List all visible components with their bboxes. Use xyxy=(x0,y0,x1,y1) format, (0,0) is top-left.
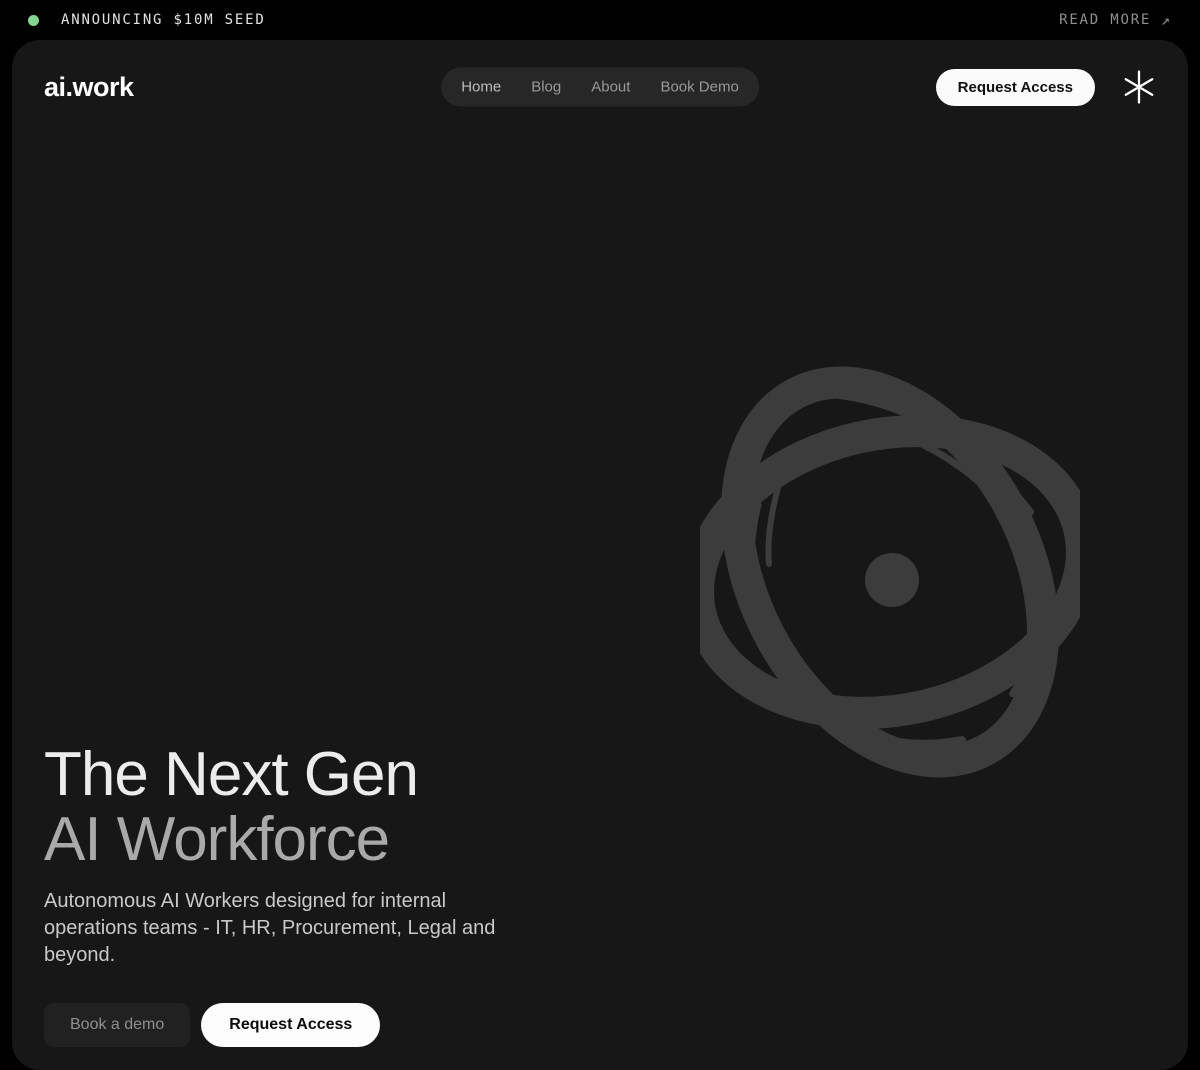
book-demo-button[interactable]: Book a demo xyxy=(44,1003,190,1047)
nav-item-blog[interactable]: Blog xyxy=(531,79,561,96)
hero-title-line1: The Next Gen xyxy=(44,742,564,807)
arrow-northeast-icon: ↗ xyxy=(1161,11,1172,29)
hero-request-access-button[interactable]: Request Access xyxy=(201,1003,380,1047)
announcement-text: ANNOUNCING $10M SEED xyxy=(61,12,266,28)
main-nav: Home Blog About Book Demo xyxy=(441,68,759,107)
logo[interactable]: ai.work xyxy=(44,72,134,103)
hero-title: The Next Gen AI Workforce xyxy=(44,742,564,872)
hero-title-line2: AI Workforce xyxy=(44,807,564,872)
read-more-label: READ MORE xyxy=(1059,12,1151,28)
nav-item-home[interactable]: Home xyxy=(461,79,501,96)
site-header: ai.work Home Blog About Book Demo Reques… xyxy=(12,40,1188,134)
read-more-link[interactable]: READ MORE ↗ xyxy=(1059,11,1172,29)
asterisk-icon[interactable] xyxy=(1121,69,1157,105)
main-card: ai.work Home Blog About Book Demo Reques… xyxy=(12,40,1188,1070)
hero-description: Autonomous AI Workers designed for inter… xyxy=(44,888,502,969)
request-access-button[interactable]: Request Access xyxy=(936,69,1095,106)
cta-row: Book a demo Request Access xyxy=(44,1003,564,1047)
nav-item-about[interactable]: About xyxy=(591,79,630,96)
announcement-bar: ANNOUNCING $10M SEED READ MORE ↗ xyxy=(0,0,1200,40)
status-dot-icon xyxy=(28,15,39,26)
orbit-illustration xyxy=(700,340,1080,805)
nav-item-book-demo[interactable]: Book Demo xyxy=(660,79,738,96)
hero-section: The Next Gen AI Workforce Autonomous AI … xyxy=(44,742,564,1047)
orbit-center-dot xyxy=(865,553,919,607)
